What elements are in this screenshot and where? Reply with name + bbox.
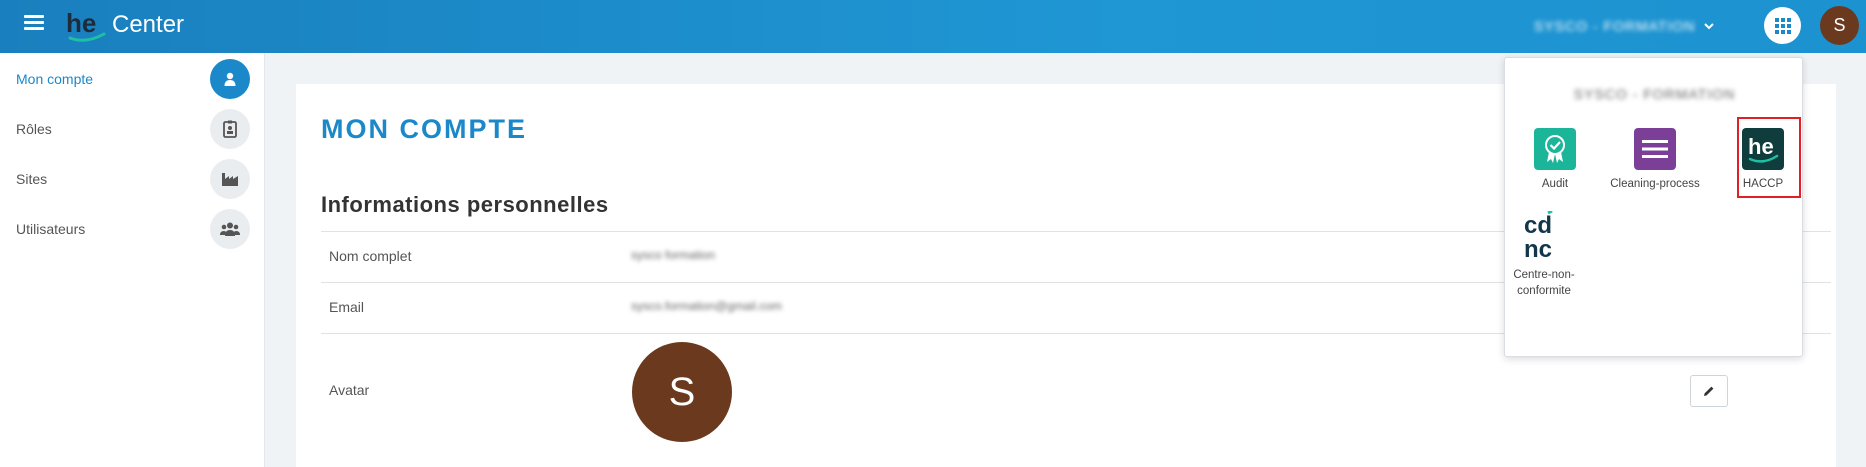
users-icon xyxy=(210,209,250,249)
app-switcher-dropdown: SYSCO - FORMATION Audit Cleaning-process… xyxy=(1504,57,1803,357)
field-value: sysco formation xyxy=(631,248,716,262)
user-icon xyxy=(210,59,250,99)
svg-text:cd: cd xyxy=(1524,212,1552,239)
app-tile-cleaning-process[interactable]: Cleaning-process xyxy=(1595,128,1715,192)
grid-icon xyxy=(1774,17,1791,34)
user-avatar[interactable]: S xyxy=(1820,6,1859,45)
app-tile-centre-non-conformite[interactable]: cd nc Centre-non- conformite xyxy=(1493,211,1595,299)
dropdown-company-name: SYSCO - FORMATION xyxy=(1573,86,1736,102)
field-label: Nom complet xyxy=(329,248,412,264)
field-label: Email xyxy=(329,299,365,315)
field-label: Avatar xyxy=(329,382,370,398)
sidebar: Mon compte Rôles Sites Utilisateurs xyxy=(0,53,265,467)
page-title: MON COMPTE xyxy=(321,114,527,144)
svg-text:nc: nc xyxy=(1524,236,1552,261)
avatar: S xyxy=(632,342,732,442)
sidebar-item-sites[interactable]: Sites xyxy=(0,154,265,204)
apps-button[interactable] xyxy=(1764,7,1801,44)
edit-avatar-button[interactable] xyxy=(1690,375,1728,407)
app-name: Audit xyxy=(1541,178,1569,190)
company-name: SYSCO - FORMATION xyxy=(1534,18,1696,34)
chevron-down-icon xyxy=(1704,23,1715,30)
company-selector[interactable]: SYSCO - FORMATION xyxy=(1534,16,1715,36)
app-name-line2: conformite xyxy=(1517,285,1571,297)
app-name: Cleaning-process xyxy=(1610,178,1700,190)
badge-icon xyxy=(210,109,250,149)
he-logo: he xyxy=(66,8,106,42)
sidebar-item-mon-compte[interactable]: Mon compte xyxy=(0,54,265,104)
sidebar-item-label: Mon compte xyxy=(16,71,94,87)
top-bar: he Center SYSCO - FORMATION S xyxy=(0,0,1866,53)
app-name: Centre-non- conformite xyxy=(1493,267,1595,299)
audit-badge-icon xyxy=(1534,128,1576,170)
field-value: sysco.formation@gmail.com xyxy=(631,299,782,313)
pencil-icon xyxy=(1704,386,1714,396)
haccp-highlight-frame xyxy=(1737,117,1801,198)
sidebar-item-label: Utilisateurs xyxy=(16,221,86,237)
sidebar-item-label: Sites xyxy=(16,171,48,187)
factory-icon xyxy=(210,159,250,199)
app-title: Center xyxy=(112,11,185,38)
app-tile-audit[interactable]: Audit xyxy=(1505,128,1605,192)
svg-text:he: he xyxy=(66,8,96,38)
sidebar-item-utilisateurs[interactable]: Utilisateurs xyxy=(0,204,265,254)
hamburger-icon[interactable] xyxy=(24,15,44,31)
sidebar-item-roles[interactable]: Rôles xyxy=(0,104,265,154)
sidebar-item-label: Rôles xyxy=(16,121,52,137)
section-title: Informations personnelles xyxy=(321,192,609,217)
cdnc-logo-icon: cd nc xyxy=(1521,211,1567,261)
app-name-line1: Centre-non- xyxy=(1513,269,1575,281)
list-icon xyxy=(1634,128,1676,170)
